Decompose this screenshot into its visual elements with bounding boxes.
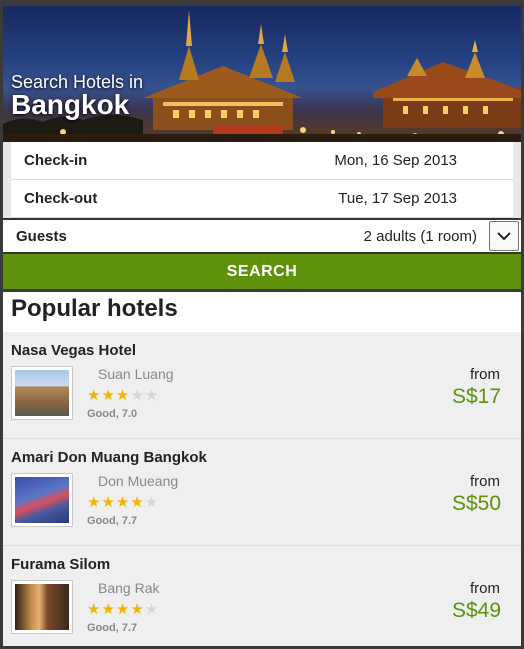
star-filled-icon: ★	[87, 387, 102, 404]
hotel-name: Amari Don Muang Bangkok	[11, 449, 207, 466]
hotel-thumbnail[interactable]	[11, 473, 73, 527]
hotel-area: Bang Rak	[98, 580, 160, 596]
hero-city: Bangkok	[11, 89, 130, 120]
star-filled-icon: ★	[87, 494, 102, 511]
price-from-label: from	[470, 366, 500, 383]
hotel-area: Suan Luang	[98, 366, 174, 382]
guests-value: 2 adults (1 room)	[363, 227, 477, 245]
search-form: Check-in Mon, 16 Sep 2013 Check-out Tue,…	[3, 142, 521, 218]
popular-hotels-heading: Popular hotels	[3, 292, 521, 332]
star-filled-icon: ★	[130, 494, 145, 511]
chevron-down-icon[interactable]	[489, 221, 519, 251]
star-filled-icon: ★	[87, 601, 102, 618]
star-rating: ★★★★★	[87, 493, 159, 511]
checkin-label: Check-in	[24, 152, 88, 169]
checkout-value: Tue, 17 Sep 2013	[338, 190, 457, 207]
search-button[interactable]: SEARCH	[3, 254, 521, 292]
hotel-item[interactable]: Nasa Vegas Hotel Suan Luang ★★★★★ Good, …	[3, 332, 521, 439]
guests-select[interactable]: Guests 2 adults (1 room)	[3, 218, 521, 254]
hero-title: Search Hotels in Bangkok	[11, 72, 143, 120]
star-filled-icon: ★	[101, 387, 116, 404]
star-rating: ★★★★★	[87, 386, 159, 404]
star-empty-icon: ★	[130, 387, 145, 404]
device-frame: Search Hotels in Bangkok Check-in Mon, 1…	[0, 0, 524, 649]
guests-label: Guests	[16, 227, 67, 245]
checkout-label: Check-out	[24, 190, 98, 207]
star-empty-icon: ★	[144, 494, 160, 511]
star-rating: ★★★★★	[87, 600, 159, 618]
hotel-thumbnail[interactable]	[11, 366, 73, 420]
hotel-price: S$49	[451, 599, 501, 622]
hotel-name: Nasa Vegas Hotel	[11, 342, 137, 359]
checkin-value: Mon, 16 Sep 2013	[334, 152, 457, 169]
star-empty-icon: ★	[144, 601, 160, 618]
star-filled-icon: ★	[115, 494, 131, 511]
hero-banner: Search Hotels in Bangkok	[3, 6, 521, 142]
star-filled-icon: ★	[101, 494, 116, 511]
hotel-item[interactable]: Furama Silom Bang Rak ★★★★★ Good, 7.7 fr…	[3, 546, 521, 646]
checkout-field[interactable]: Check-out Tue, 17 Sep 2013	[11, 180, 513, 218]
app-screen: Search Hotels in Bangkok Check-in Mon, 1…	[3, 6, 521, 646]
hotel-name: Furama Silom	[11, 556, 111, 573]
checkin-field[interactable]: Check-in Mon, 16 Sep 2013	[11, 142, 513, 180]
price-from-label: from	[470, 473, 500, 490]
star-filled-icon: ★	[115, 387, 131, 404]
hotel-price: S$17	[451, 385, 501, 408]
review-score: Good, 7.0	[87, 408, 138, 420]
hotel-thumbnail[interactable]	[11, 580, 73, 634]
price-from-label: from	[470, 580, 500, 597]
star-filled-icon: ★	[101, 601, 116, 618]
hotel-area: Don Mueang	[98, 473, 179, 489]
hotel-list: Nasa Vegas Hotel Suan Luang ★★★★★ Good, …	[3, 332, 521, 646]
hotel-item[interactable]: Amari Don Muang Bangkok Don Mueang ★★★★★…	[3, 439, 521, 546]
star-filled-icon: ★	[115, 601, 131, 618]
star-empty-icon: ★	[144, 387, 160, 404]
hotel-price: S$50	[451, 492, 501, 515]
star-filled-icon: ★	[130, 601, 145, 618]
review-score: Good, 7.7	[87, 622, 138, 634]
review-score: Good, 7.7	[87, 515, 138, 527]
